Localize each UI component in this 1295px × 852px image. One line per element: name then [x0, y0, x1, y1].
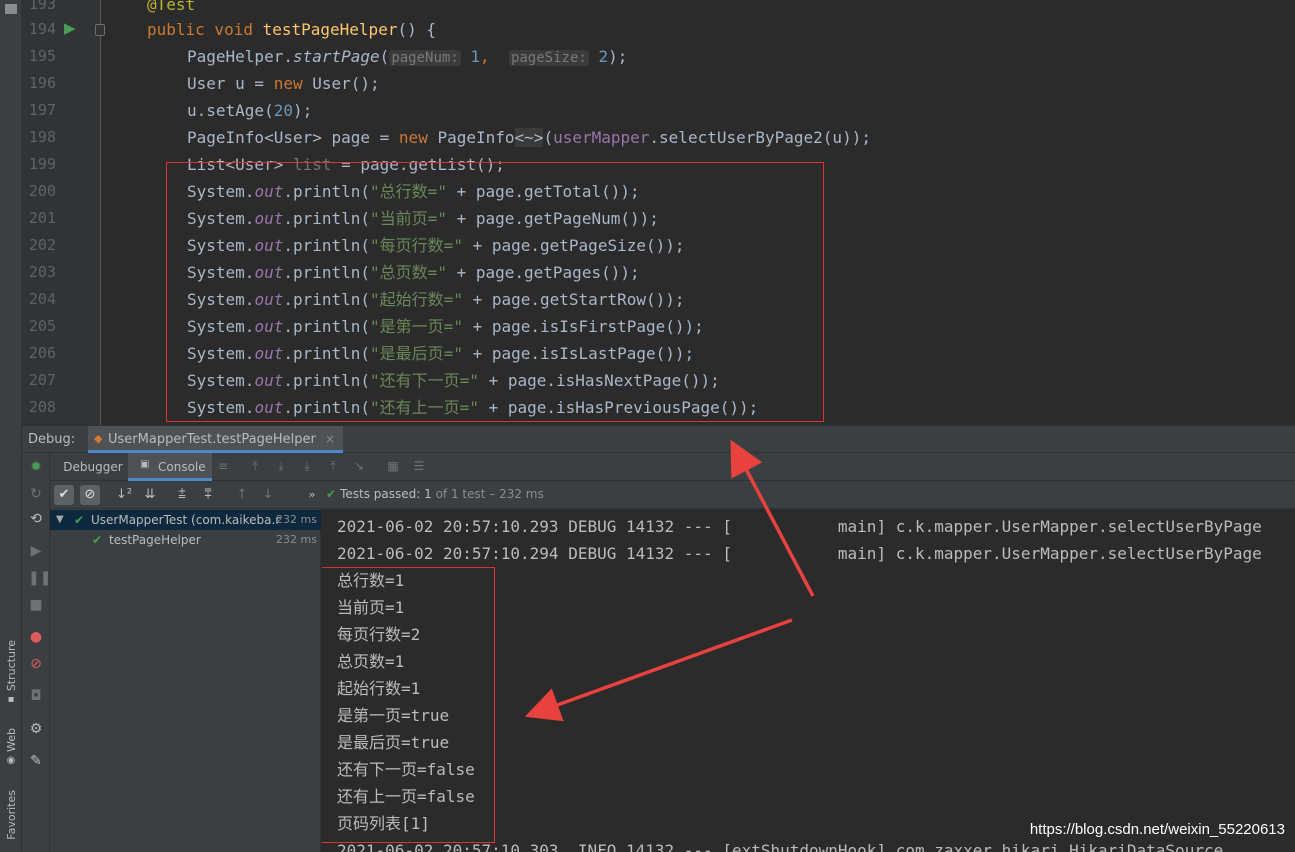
debug-label: Debug: [28, 432, 76, 447]
project-icon[interactable] [5, 4, 17, 14]
settings-gear-icon[interactable]: ⚙ [28, 721, 44, 737]
code-line: PageInfo<User> page = new PageInfo<~>(us… [187, 128, 871, 147]
code-line: public void testPageHelper() { [147, 20, 436, 39]
code-line: u.setAge(20); [187, 101, 313, 120]
console-log-line: 2021-06-02 20:57:10.294 DEBUG 14132 --- … [337, 544, 1262, 563]
stop-icon[interactable]: ■ [28, 597, 44, 613]
line-number: 207 [28, 371, 56, 389]
passed-check-icon: ✔ [92, 533, 103, 547]
step-over-icon[interactable]: ⤓ [274, 459, 288, 473]
step-out-icon[interactable]: ⤒ [326, 459, 340, 473]
toggle-auto-test-icon[interactable]: ⟲ [28, 511, 44, 527]
camera-icon[interactable]: ◘ [28, 688, 44, 704]
line-number: 201 [28, 209, 56, 227]
fold-marker-icon[interactable] [95, 24, 105, 36]
mute-breakpoints-icon[interactable]: ⊘ [28, 656, 44, 672]
pin-icon[interactable]: ✎ [28, 753, 44, 769]
line-number: 198 [28, 128, 56, 146]
structure-icon: ▪ [7, 694, 15, 706]
prev-failed-icon[interactable]: ↑ [232, 485, 252, 505]
collapse-all-icon[interactable]: ⩱ [198, 485, 218, 505]
step-into-icon[interactable]: ⤓ [300, 459, 314, 473]
debug-subtab-bar: Debugger ▣ Console ≡ ⤒ ⤓ ⤓ ⤒ ↘ ▦ ☰ [50, 453, 1295, 481]
debug-tool-window-header: Debug: ◆ UserMapperTest.testPageHelper × [22, 425, 1295, 453]
show-passed-icon[interactable]: ✔ [54, 485, 74, 505]
console-icon: ▣ [140, 459, 150, 470]
rerun-debug-icon[interactable]: ✹ [28, 459, 44, 475]
passed-check-icon: ✔ [74, 513, 85, 527]
trace-icon[interactable]: ☰ [412, 459, 426, 473]
next-failed-icon[interactable]: ↓ [258, 485, 278, 505]
structure-label: Structure [4, 640, 18, 692]
test-status: ✔ Tests passed: 1 of 1 test – 232 ms [326, 487, 544, 501]
show-execution-point-icon[interactable]: ⤒ [248, 459, 262, 473]
chevron-down-icon[interactable]: ▼ [56, 510, 64, 530]
line-number: 204 [28, 290, 56, 308]
line-number: 208 [28, 398, 56, 416]
debug-session-title: UserMapperTest.testPageHelper [108, 432, 316, 447]
editor-gutter: 193 194 195 196 197 198 199 200 201 202 … [22, 0, 105, 425]
line-number: 205 [28, 317, 56, 335]
layout-menu-icon[interactable]: ≡ [216, 459, 230, 473]
sort-alpha-icon[interactable]: ↓² [114, 485, 134, 505]
line-number: 206 [28, 344, 56, 362]
close-icon[interactable]: × [325, 432, 335, 446]
line-number: 196 [28, 74, 56, 92]
highlight-box-output [322, 567, 495, 843]
web-icon: ◉ [6, 754, 16, 766]
view-breakpoints-icon[interactable]: ● [28, 629, 44, 645]
test-results-tree: ▼ ✔ UserMapperTest (com.kaikeba.r 232 ms… [50, 509, 321, 852]
rerun-failed-icon[interactable]: ↻ [28, 486, 44, 502]
run-to-cursor-icon[interactable]: ↘ [352, 459, 366, 473]
favorites-label: Favorites [4, 790, 18, 840]
highlight-box-code [166, 162, 824, 422]
tree-node-test-method[interactable]: ✔ testPageHelper 232 ms [50, 530, 321, 550]
tree-node-test-class[interactable]: ▼ ✔ UserMapperTest (com.kaikeba.r 232 ms [50, 510, 321, 530]
console-output[interactable]: 2021-06-02 20:57:10.293 DEBUG 14132 --- … [322, 509, 1295, 852]
code-line: PageHelper.startPage(pageNum: 1, pageSiz… [187, 47, 628, 66]
expand-all-icon[interactable]: ⩲ [172, 485, 192, 505]
run-test-icon[interactable]: ▶ [64, 20, 80, 36]
param-hint: pageSize: [508, 50, 589, 66]
left-tool-stripe: Structure ▪ Web ◉ Favorites [0, 0, 22, 852]
code-editor[interactable]: 193 194 195 196 197 198 199 200 201 202 … [22, 0, 1295, 425]
line-number: 199 [28, 155, 56, 173]
evaluate-expression-icon[interactable]: ▦ [386, 459, 400, 473]
param-hint: pageNum: [389, 50, 461, 66]
sort-duration-icon[interactable]: ⇊ [140, 485, 160, 505]
test-config-icon: ◆ [94, 432, 103, 445]
pause-icon[interactable]: ❚❚ [28, 570, 51, 586]
more-chevron-icon[interactable]: » [302, 485, 322, 505]
debug-side-toolbar: ✹ ↻ ⟲ ▶ ❚❚ ■ ● ⊘ ◘ ⚙ ✎ [22, 453, 51, 852]
test-runner-toolbar: ✔ ⊘ ↓² ⇊ ⩲ ⩱ ↑ ↓ » ✔ Tests passed: 1 of 1… [50, 481, 1295, 509]
console-log-line: 2021-06-02 20:57:10.293 DEBUG 14132 --- … [337, 517, 1262, 536]
line-number: 197 [28, 101, 56, 119]
web-label: Web [4, 728, 18, 752]
passed-check-icon: ✔ [326, 487, 337, 501]
line-number: 202 [28, 236, 56, 254]
resume-icon[interactable]: ▶ [28, 543, 44, 559]
line-number: 200 [28, 182, 56, 200]
web-tool-tab[interactable]: Web ◉ [2, 728, 20, 766]
debug-session-tab[interactable]: ◆ UserMapperTest.testPageHelper × [88, 426, 344, 453]
line-number: 194 [28, 20, 56, 38]
structure-tool-tab[interactable]: Structure ▪ [2, 640, 20, 705]
tab-debugger[interactable]: Debugger [58, 453, 128, 481]
line-number: 203 [28, 263, 56, 281]
favorites-tool-tab[interactable]: Favorites [2, 790, 20, 840]
watermark: https://blog.csdn.net/weixin_55220613 [1029, 821, 1285, 838]
line-number: 195 [28, 47, 56, 65]
show-ignored-icon[interactable]: ⊘ [80, 485, 100, 505]
code-line: User u = new User(); [187, 74, 380, 93]
tab-console[interactable]: ▣ Console [128, 453, 212, 481]
